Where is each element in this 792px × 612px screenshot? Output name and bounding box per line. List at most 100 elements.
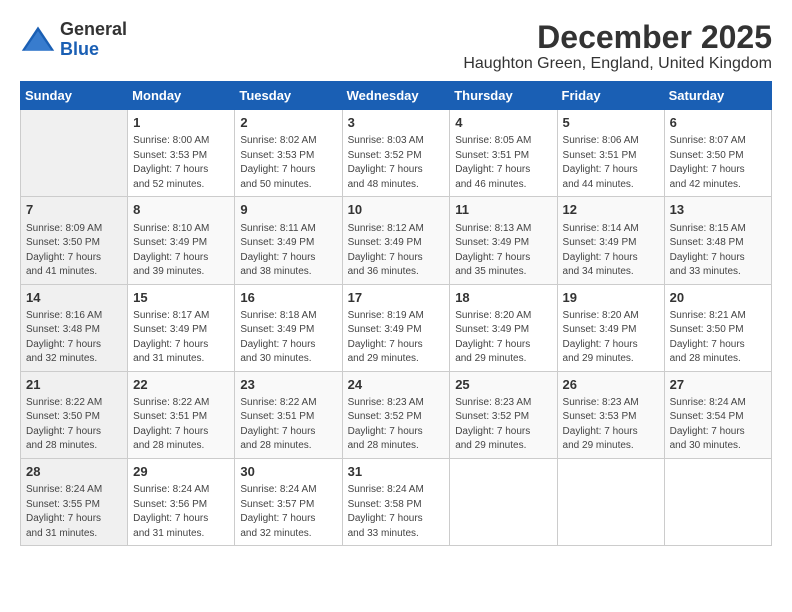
day-cell: 28 Sunrise: 8:24 AM Sunset: 3:55 PM Dayli… [21, 458, 128, 545]
day-info: Sunrise: 8:03 AM Sunset: 3:52 PM Dayligh… [348, 134, 445, 192]
logo-line2: Blue [60, 40, 127, 60]
day-number: 7 [26, 201, 122, 219]
day-number: 31 [348, 463, 445, 481]
day-info: Sunrise: 8:06 AM Sunset: 3:51 PM Dayligh… [563, 134, 659, 192]
day-number: 25 [455, 376, 551, 394]
calendar-table: SundayMondayTuesdayWednesdayThursdayFrid… [20, 81, 772, 546]
logo-icon [20, 22, 56, 58]
week-row-4: 21Sunrise: 8:22 AM Sunset: 3:50 PM Dayli… [21, 371, 772, 458]
day-cell: 20 Sunrise: 8:21 AM Sunset: 3:50 PM Dayli… [664, 284, 771, 371]
day-number: 27 [670, 376, 766, 394]
day-info: Sunrise: 8:23 AM Sunset: 3:52 PM Dayligh… [455, 396, 551, 454]
header-friday: Friday [557, 82, 664, 110]
day-info: Sunrise: 8:05 AM Sunset: 3:51 PM Dayligh… [455, 134, 551, 192]
day-info: Sunrise: 8:11 AM Sunset: 3:49 PM Dayligh… [240, 222, 336, 280]
header-thursday: Thursday [450, 82, 557, 110]
week-row-5: 28 Sunrise: 8:24 AM Sunset: 3:55 PM Dayli… [21, 458, 772, 545]
day-cell: 15Sunrise: 8:17 AM Sunset: 3:49 PM Dayli… [128, 284, 235, 371]
day-number: 19 [563, 289, 659, 307]
day-number: 24 [348, 376, 445, 394]
day-cell: 22Sunrise: 8:22 AM Sunset: 3:51 PM Dayli… [128, 371, 235, 458]
day-cell: 7 Sunrise: 8:09 AM Sunset: 3:50 PM Daylig… [21, 197, 128, 284]
day-info: Sunrise: 8:17 AM Sunset: 3:49 PM Dayligh… [133, 309, 229, 367]
day-cell: 30 Sunrise: 8:24 AM Sunset: 3:57 PM Dayli… [235, 458, 342, 545]
page-header: General Blue December 2025 Haughton Gree… [20, 20, 772, 73]
day-cell: 24Sunrise: 8:23 AM Sunset: 3:52 PM Dayli… [342, 371, 450, 458]
day-cell: 1 Sunrise: 8:00 AM Sunset: 3:53 PM Daylig… [128, 110, 235, 197]
header-tuesday: Tuesday [235, 82, 342, 110]
day-info: Sunrise: 8:21 AM Sunset: 3:50 PM Dayligh… [670, 309, 766, 367]
day-info: Sunrise: 8:20 AM Sunset: 3:49 PM Dayligh… [455, 309, 551, 367]
day-info: Sunrise: 8:24 AM Sunset: 3:55 PM Dayligh… [26, 483, 122, 541]
day-number: 18 [455, 289, 551, 307]
day-cell: 23 Sunrise: 8:22 AM Sunset: 3:51 PM Dayli… [235, 371, 342, 458]
day-number: 21 [26, 376, 122, 394]
day-info: Sunrise: 8:24 AM Sunset: 3:57 PM Dayligh… [240, 483, 336, 541]
day-info: Sunrise: 8:19 AM Sunset: 3:49 PM Dayligh… [348, 309, 445, 367]
header-saturday: Saturday [664, 82, 771, 110]
day-info: Sunrise: 8:24 AM Sunset: 3:56 PM Dayligh… [133, 483, 229, 541]
day-cell: 19Sunrise: 8:20 AM Sunset: 3:49 PM Dayli… [557, 284, 664, 371]
header-wednesday: Wednesday [342, 82, 450, 110]
header-monday: Monday [128, 82, 235, 110]
day-cell: 13 Sunrise: 8:15 AM Sunset: 3:48 PM Dayli… [664, 197, 771, 284]
day-info: Sunrise: 8:13 AM Sunset: 3:49 PM Dayligh… [455, 222, 551, 280]
logo-line1: General [60, 20, 127, 40]
day-info: Sunrise: 8:15 AM Sunset: 3:48 PM Dayligh… [670, 222, 766, 280]
day-number: 4 [455, 114, 551, 132]
day-cell: 16 Sunrise: 8:18 AM Sunset: 3:49 PM Dayli… [235, 284, 342, 371]
day-number: 3 [348, 114, 445, 132]
day-number: 20 [670, 289, 766, 307]
day-info: Sunrise: 8:00 AM Sunset: 3:53 PM Dayligh… [133, 134, 229, 192]
day-number: 26 [563, 376, 659, 394]
day-cell: 4 Sunrise: 8:05 AM Sunset: 3:51 PM Daylig… [450, 110, 557, 197]
day-info: Sunrise: 8:10 AM Sunset: 3:49 PM Dayligh… [133, 222, 229, 280]
day-number: 6 [670, 114, 766, 132]
header-sunday: Sunday [21, 82, 128, 110]
day-cell: 26 Sunrise: 8:23 AM Sunset: 3:53 PM Dayli… [557, 371, 664, 458]
location-title: Haughton Green, England, United Kingdom [463, 55, 772, 73]
day-info: Sunrise: 8:23 AM Sunset: 3:53 PM Dayligh… [563, 396, 659, 454]
day-info: Sunrise: 8:18 AM Sunset: 3:49 PM Dayligh… [240, 309, 336, 367]
day-number: 10 [348, 201, 445, 219]
day-cell: 25 Sunrise: 8:23 AM Sunset: 3:52 PM Dayli… [450, 371, 557, 458]
calendar-header-row: SundayMondayTuesdayWednesdayThursdayFrid… [21, 82, 772, 110]
day-cell: 2 Sunrise: 8:02 AM Sunset: 3:53 PM Daylig… [235, 110, 342, 197]
day-info: Sunrise: 8:09 AM Sunset: 3:50 PM Dayligh… [26, 222, 122, 280]
day-number: 30 [240, 463, 336, 481]
day-number: 1 [133, 114, 229, 132]
day-cell: 12 Sunrise: 8:14 AM Sunset: 3:49 PM Dayli… [557, 197, 664, 284]
day-number: 11 [455, 201, 551, 219]
day-number: 22 [133, 376, 229, 394]
day-cell: 27 Sunrise: 8:24 AM Sunset: 3:54 PM Dayli… [664, 371, 771, 458]
day-cell: 29 Sunrise: 8:24 AM Sunset: 3:56 PM Dayli… [128, 458, 235, 545]
day-info: Sunrise: 8:12 AM Sunset: 3:49 PM Dayligh… [348, 222, 445, 280]
day-info: Sunrise: 8:24 AM Sunset: 3:54 PM Dayligh… [670, 396, 766, 454]
day-info: Sunrise: 8:16 AM Sunset: 3:48 PM Dayligh… [26, 309, 122, 367]
day-cell: 17Sunrise: 8:19 AM Sunset: 3:49 PM Dayli… [342, 284, 450, 371]
day-number: 13 [670, 201, 766, 219]
logo-text: General Blue [60, 20, 127, 60]
day-number: 14 [26, 289, 122, 307]
day-cell [664, 458, 771, 545]
day-info: Sunrise: 8:14 AM Sunset: 3:49 PM Dayligh… [563, 222, 659, 280]
week-row-3: 14 Sunrise: 8:16 AM Sunset: 3:48 PM Dayli… [21, 284, 772, 371]
day-info: Sunrise: 8:02 AM Sunset: 3:53 PM Dayligh… [240, 134, 336, 192]
logo: General Blue [20, 20, 127, 60]
month-title: December 2025 [463, 20, 772, 55]
day-cell: 21Sunrise: 8:22 AM Sunset: 3:50 PM Dayli… [21, 371, 128, 458]
day-number: 12 [563, 201, 659, 219]
day-number: 16 [240, 289, 336, 307]
day-cell: 31Sunrise: 8:24 AM Sunset: 3:58 PM Dayli… [342, 458, 450, 545]
day-number: 29 [133, 463, 229, 481]
day-cell: 3 Sunrise: 8:03 AM Sunset: 3:52 PM Daylig… [342, 110, 450, 197]
day-cell: 18 Sunrise: 8:20 AM Sunset: 3:49 PM Dayli… [450, 284, 557, 371]
day-number: 8 [133, 201, 229, 219]
day-number: 23 [240, 376, 336, 394]
day-info: Sunrise: 8:22 AM Sunset: 3:51 PM Dayligh… [240, 396, 336, 454]
week-row-1: 1 Sunrise: 8:00 AM Sunset: 3:53 PM Daylig… [21, 110, 772, 197]
day-cell [21, 110, 128, 197]
day-number: 2 [240, 114, 336, 132]
day-number: 28 [26, 463, 122, 481]
week-row-2: 7 Sunrise: 8:09 AM Sunset: 3:50 PM Daylig… [21, 197, 772, 284]
